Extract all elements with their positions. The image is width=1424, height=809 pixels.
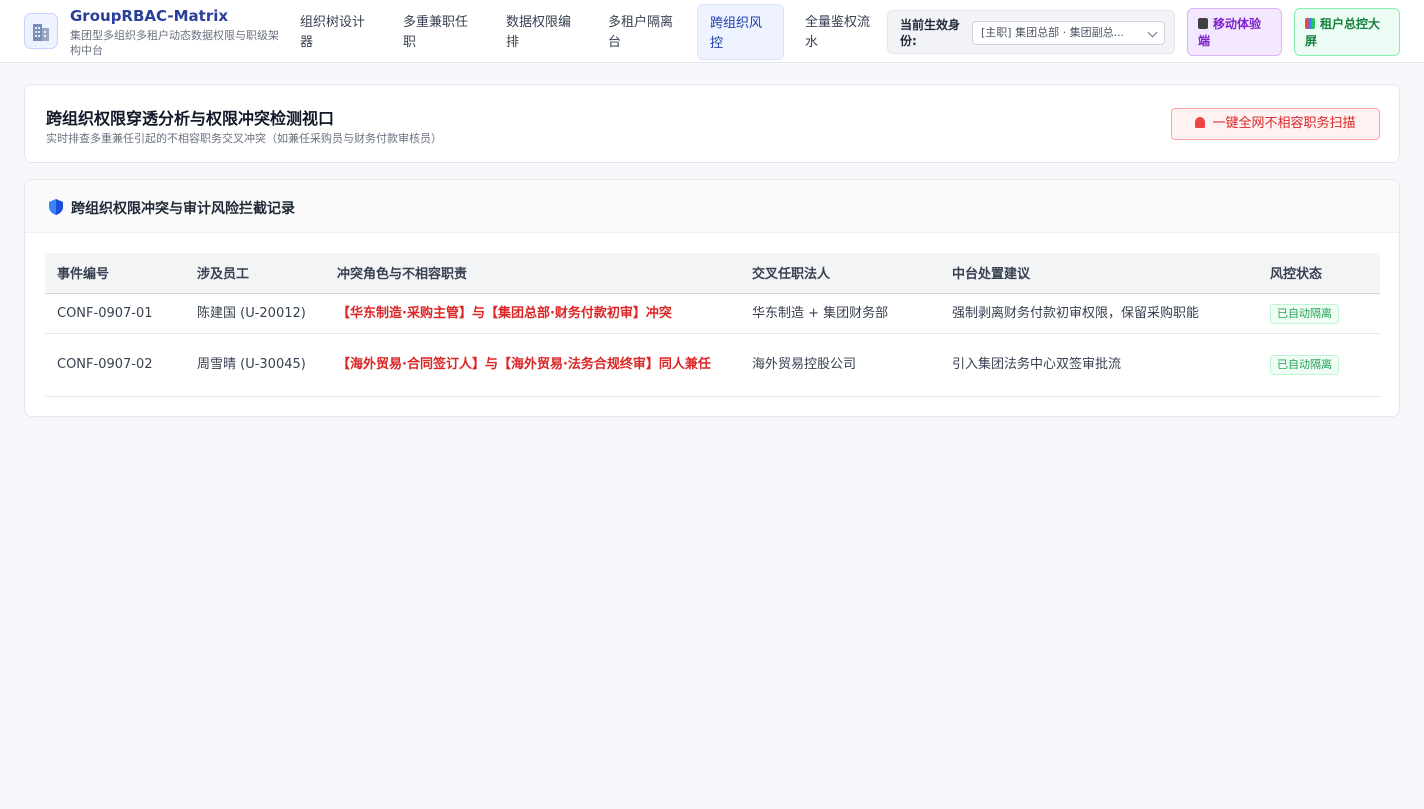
suggestion: 引入集团法务中心双签审批流 xyxy=(940,333,1258,397)
chevron-down-icon xyxy=(1147,27,1158,38)
table-row: CONF-0907-02 周雪晴 (U-30045) 【海外贸易·合同签订人】与… xyxy=(45,333,1380,397)
nav-tab-multi-post[interactable]: 多重兼职任职 xyxy=(391,4,483,60)
page-header-card: 跨组织权限穿透分析与权限冲突检测视口 实时排查多重兼任引起的不相容职务交叉冲突（… xyxy=(24,84,1400,163)
column-header-employee: 涉及员工 xyxy=(185,253,325,294)
scan-conflicts-button[interactable]: 一键全网不相容职务扫描 xyxy=(1171,108,1380,140)
page-title: 跨组织权限穿透分析与权限冲突检测视口 xyxy=(46,109,335,128)
status-cell: 已自动隔离 xyxy=(1258,293,1380,334)
nav-tab-data-permission[interactable]: 数据权限编排 xyxy=(494,4,586,60)
alarm-icon xyxy=(1195,117,1206,128)
section-title: 跨组织权限冲突与审计风险拦截记录 xyxy=(71,201,295,217)
column-header-event-id: 事件编号 xyxy=(45,253,185,294)
conflict-records-table: 事件编号 涉及员工 冲突角色与不相容职责 交叉任职法人 中台处置建议 风控状态 … xyxy=(45,253,1380,397)
nav-tab-org-tree[interactable]: 组织树设计器 xyxy=(288,4,380,60)
event-id: CONF-0907-02 xyxy=(45,333,185,397)
tenant-dashboard-button[interactable]: 租户总控大屏 xyxy=(1294,8,1400,56)
table-header-row: 事件编号 涉及员工 冲突角色与不相容职责 交叉任职法人 中台处置建议 风控状态 xyxy=(45,253,1380,294)
identity-switcher: 当前生效身份: [主职] 集团总部 · 集团副总... xyxy=(887,10,1175,54)
suggestion: 强制剥离财务付款初审权限，保留采购职能 xyxy=(940,293,1258,334)
status-badge: 已自动隔离 xyxy=(1270,303,1339,324)
status-cell: 已自动隔离 xyxy=(1258,333,1380,397)
column-header-suggestion: 中台处置建议 xyxy=(940,253,1258,294)
shield-icon xyxy=(49,199,63,215)
conflict-records-card: 跨组织权限冲突与审计风险拦截记录 事件编号 涉及员工 冲突角色与不相容职责 交叉… xyxy=(24,179,1400,417)
tenant-dashboard-label: 租户总控大屏 xyxy=(1305,17,1381,48)
nav-tab-tenant-isolation[interactable]: 多租户隔离台 xyxy=(596,4,688,60)
top-bar: GroupRBAC-Matrix 集团型多组织多租户动态数据权限与职级架构中台 … xyxy=(0,0,1424,63)
page-subtitle: 实时排查多重兼任引起的不相容职务交叉冲突（如兼任采购员与财务付款审核员） xyxy=(46,132,442,145)
event-id: CONF-0907-01 xyxy=(45,293,185,334)
identity-label: 当前生效身份: xyxy=(900,18,961,48)
legal-entity: 华东制造 + 集团财务部 xyxy=(740,293,940,334)
employee: 周雪晴 (U-30045) xyxy=(185,333,325,397)
mobile-experience-button[interactable]: 移动体验端 xyxy=(1187,8,1282,56)
column-header-legal-entity: 交叉任职法人 xyxy=(740,253,940,294)
identity-value: [主职] 集团总部 · 集团副总... xyxy=(981,26,1125,39)
conflict-description: 【海外贸易·合同签订人】与【海外贸易·法务合规终审】同人兼任 xyxy=(325,333,740,397)
column-header-status: 风控状态 xyxy=(1258,253,1380,294)
nav-tab-auth-log[interactable]: 全量鉴权流水 xyxy=(793,4,885,60)
legal-entity: 海外贸易控股公司 xyxy=(740,333,940,397)
scan-conflicts-label: 一键全网不相容职务扫描 xyxy=(1212,116,1356,131)
building-icon xyxy=(24,13,58,49)
employee: 陈建国 (U-20012) xyxy=(185,293,325,334)
status-badge: 已自动隔离 xyxy=(1270,355,1339,375)
column-header-conflict: 冲突角色与不相容职责 xyxy=(325,253,740,294)
app-subtitle: 集团型多组织多租户动态数据权限与职级架构中台 xyxy=(70,29,279,57)
mobile-phone-icon xyxy=(1198,18,1208,29)
table-row: CONF-0907-01 陈建国 (U-20012) 【华东制造·采购主管】与【… xyxy=(45,293,1380,334)
bar-chart-icon xyxy=(1305,18,1315,29)
app-title: GroupRBAC-Matrix xyxy=(70,7,229,25)
section-header: 跨组织权限冲突与审计风险拦截记录 xyxy=(25,180,1399,233)
nav-tab-cross-org-risk[interactable]: 跨组织风控 xyxy=(697,4,784,60)
identity-select[interactable]: [主职] 集团总部 · 集团副总... xyxy=(972,21,1165,45)
conflict-description: 【华东制造·采购主管】与【集团总部·财务付款初审】冲突 xyxy=(325,293,740,334)
